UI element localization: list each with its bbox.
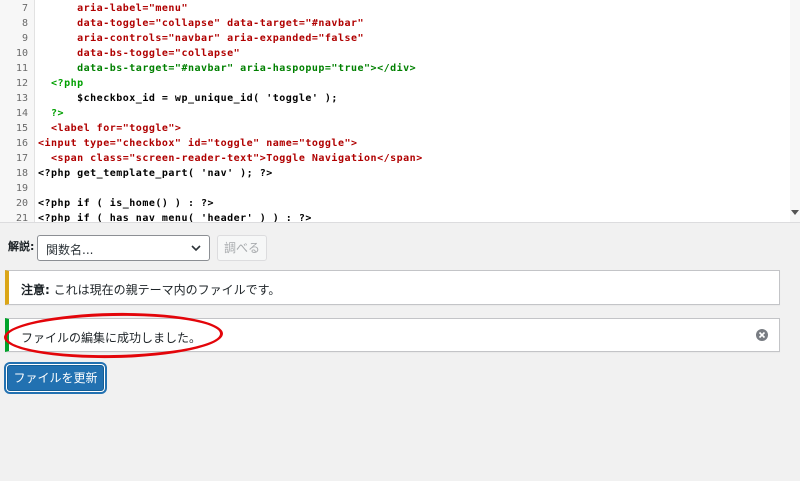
dismiss-icon[interactable]	[755, 328, 769, 342]
line-number: 21	[15, 213, 28, 223]
chevron-down-icon	[191, 245, 201, 252]
code-editor[interactable]: 7 aria-label="menu" 8 data-toggle="collap…	[0, 0, 800, 223]
parent-theme-warning-notice: 注意: これは現在の親テーマ内のファイルです。	[5, 270, 780, 305]
documentation-label: 解説:	[8, 240, 35, 253]
warning-notice-strong: 注意:	[21, 283, 50, 297]
code-line: 21 <?php if ( has_nav_menu( 'header' ) ) …	[0, 210, 790, 223]
scroll-down-arrow-icon[interactable]	[791, 210, 799, 215]
warning-notice-message: これは現在の親テーマ内のファイルです。	[49, 283, 281, 297]
function-name-select[interactable]: 関数名...	[37, 235, 210, 261]
editor-scrollbar[interactable]	[790, 0, 800, 222]
lookup-button[interactable]: 調べる	[217, 235, 267, 261]
update-file-button[interactable]: ファイルを更新	[7, 365, 104, 391]
warning-notice-text: 注意: これは現在の親テーマ内のファイルです。	[21, 281, 280, 298]
code-text: <?php if ( has_nav_menu( 'header' ) ) : …	[38, 213, 312, 223]
function-name-select-value: 関数名...	[46, 243, 94, 257]
